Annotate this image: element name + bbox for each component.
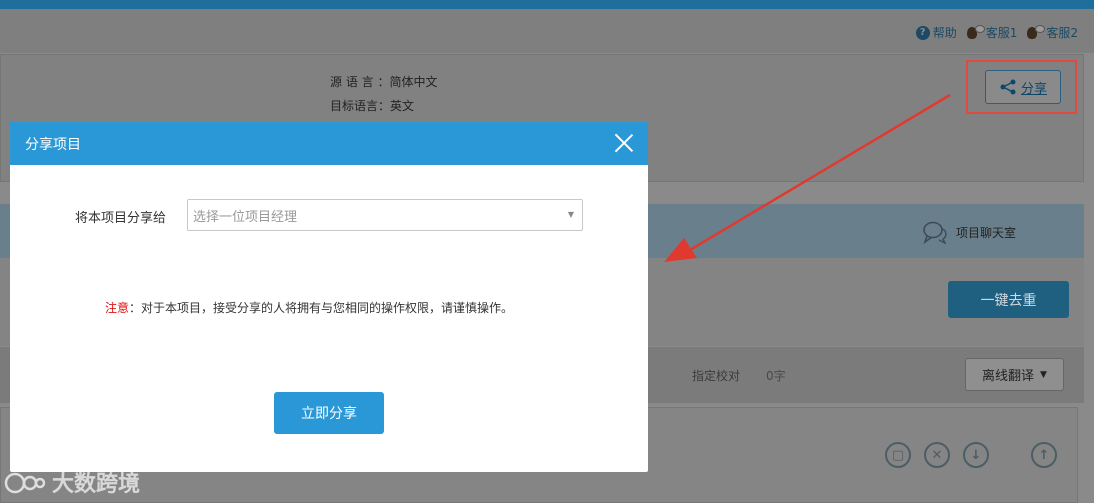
close-icon[interactable] xyxy=(614,133,634,153)
chat-room-tab[interactable]: 项目聊天室 xyxy=(922,220,1016,244)
help-links: ? 帮助 客服1 客服2 xyxy=(915,24,1078,41)
word-count: 0字 xyxy=(766,369,786,383)
help-label: 帮助 xyxy=(932,26,957,40)
offline-translate-button[interactable]: 离线翻译 ▼ xyxy=(965,358,1064,391)
source-language: 源 语 言 ：简体中文 xyxy=(330,75,438,89)
target-language: 目标语言：英文 xyxy=(330,99,415,113)
service1-label: 客服1 xyxy=(985,26,1018,40)
dialog-header: 分享项目 xyxy=(10,122,648,165)
project-manager-select[interactable]: 选择一位项目经理 ▼ xyxy=(187,199,583,231)
help-link[interactable]: ? 帮助 xyxy=(915,24,957,41)
dedup-button[interactable]: 一键去重 xyxy=(948,281,1069,318)
share-now-button[interactable]: 立即分享 xyxy=(274,392,384,434)
select-placeholder: 选择一位项目经理 xyxy=(193,209,298,225)
chat-bubble-icon xyxy=(923,221,947,244)
notice-text: ：对于本项目，接受分享的人将拥有与您相同的操作权限，请谨慎操作。 xyxy=(129,301,514,315)
offline-translate-label: 离线翻译 xyxy=(982,369,1035,384)
share-button[interactable]: 分享 xyxy=(985,70,1061,104)
help-icon: ? xyxy=(915,25,930,40)
service2-link[interactable]: 客服2 xyxy=(1025,24,1078,41)
delete-icon[interactable]: ✕ xyxy=(924,442,950,468)
share-button-label: 分享 xyxy=(1020,81,1047,97)
dropdown-arrow-icon: ▼ xyxy=(567,210,574,219)
service2-label: 客服2 xyxy=(1046,26,1078,40)
qq-chat-icon xyxy=(965,24,985,41)
caret-down-icon: ▼ xyxy=(1040,369,1047,380)
chat-room-label: 项目聊天室 xyxy=(956,225,1017,240)
download-icon[interactable]: ↓ xyxy=(963,442,989,468)
watermark-logo-icon xyxy=(4,472,46,494)
help-bar: ? 帮助 客服1 客服2 xyxy=(0,9,1094,53)
notice-prefix: 注意 xyxy=(105,301,130,315)
share-to-label: 将本项目分享给 xyxy=(75,211,167,226)
share-project-dialog: 分享项目 将本项目分享给 选择一位项目经理 ▼ 注意：对于本项目，接受分享的人将… xyxy=(10,122,648,472)
upload-icon[interactable]: ↑ xyxy=(1031,442,1057,468)
assign-review-label: 指定校对 xyxy=(692,369,741,383)
share-notice: 注意：对于本项目，接受分享的人将拥有与您相同的操作权限，请谨慎操作。 xyxy=(105,299,513,316)
dialog-title: 分享项目 xyxy=(25,136,81,153)
document-icon[interactable]: ▢ xyxy=(885,442,911,468)
qq-chat-icon xyxy=(1025,24,1046,41)
top-bar xyxy=(0,0,1094,9)
share-icon xyxy=(1000,79,1016,95)
service1-link[interactable]: 客服1 xyxy=(965,24,1018,41)
